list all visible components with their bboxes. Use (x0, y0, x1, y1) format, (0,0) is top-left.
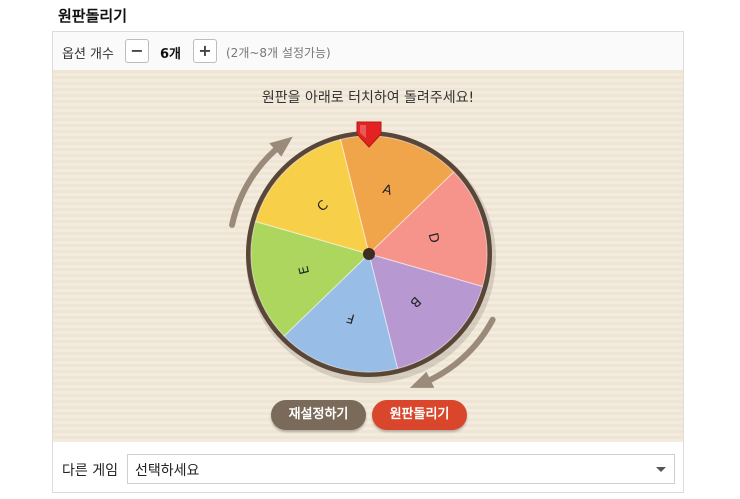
other-game-label: 다른 게임 (62, 463, 118, 479)
game-select[interactable]: 선택하세요 (127, 454, 675, 484)
decrease-button[interactable]: − (125, 39, 149, 63)
roulette-wheel[interactable]: ADBFEC (53, 70, 683, 442)
increase-button[interactable]: + (193, 39, 217, 63)
option-count-label: 옵션 개수 (62, 47, 114, 62)
wheel-hub (363, 248, 375, 260)
option-range-hint: (2개~8개 설정가능) (226, 46, 331, 60)
spin-button[interactable]: 원판돌리기 (372, 400, 467, 430)
wheel-stage: 원판을 아래로 터치하여 돌려주세요! ADBFEC 재설정하기 원판돌리기 (53, 70, 683, 442)
game-select-value: 선택하세요 (135, 463, 200, 479)
wheel-panel: 옵션 개수 − 6개 + (2개~8개 설정가능) 원판을 아래로 터치하여 돌… (52, 31, 684, 493)
option-count-value: 6개 (160, 47, 182, 62)
reset-button[interactable]: 재설정하기 (271, 400, 366, 430)
option-count-bar: 옵션 개수 − 6개 + (2개~8개 설정가능) (53, 32, 683, 71)
page-title: 원판돌리기 (58, 7, 128, 25)
chevron-down-icon (656, 467, 666, 472)
other-game-bar: 다른 게임 선택하세요 (53, 442, 683, 492)
